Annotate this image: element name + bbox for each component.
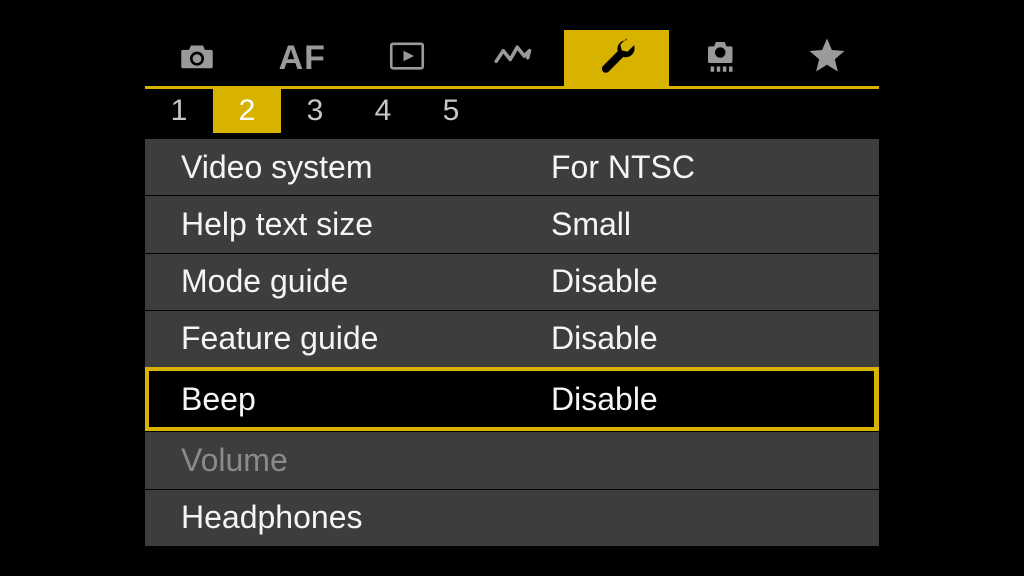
main-tab-bar: AF [145,30,879,86]
row-help-text-size[interactable]: Help text size Small [145,195,879,252]
tab-shoot[interactable] [145,30,250,86]
row-video-system[interactable]: Video system For NTSC [145,138,879,195]
row-value: Disable [551,320,853,357]
wrench-icon [596,35,638,82]
row-label: Volume [181,442,551,479]
sub-tab-bar: 1 2 3 4 5 [145,89,879,133]
row-mode-guide[interactable]: Mode guide Disable [145,253,879,310]
tab-custom[interactable] [669,30,774,86]
subtab-5[interactable]: 5 [417,89,485,133]
row-value: Disable [551,263,853,300]
row-label: Feature guide [181,320,551,357]
subtab-1[interactable]: 1 [145,89,213,133]
tab-playback[interactable] [355,30,460,86]
tab-setup[interactable] [564,30,669,86]
row-value: Disable [551,381,848,418]
row-value: For NTSC [551,149,853,186]
row-label: Mode guide [181,263,551,300]
row-volume: Volume [145,431,879,488]
row-label: Help text size [181,206,551,243]
subtab-2[interactable]: 2 [213,89,281,133]
subtab-3[interactable]: 3 [281,89,349,133]
camera-icon [176,35,218,82]
row-label: Headphones [181,499,551,536]
tab-wireless[interactable] [460,30,565,86]
custom-icon [701,35,743,82]
wireless-icon [491,35,533,82]
star-icon [806,35,848,82]
subtab-4[interactable]: 4 [349,89,417,133]
play-icon [386,35,428,82]
tab-mymenu[interactable] [774,30,879,86]
row-feature-guide[interactable]: Feature guide Disable [145,310,879,367]
row-value: Small [551,206,853,243]
af-icon: AF [279,39,326,78]
camera-menu-screen: AF 1 2 [0,0,1024,576]
row-label: Video system [181,149,551,186]
row-label: Beep [181,381,551,418]
row-beep[interactable]: Beep Disable [145,367,879,431]
tab-af[interactable]: AF [250,30,355,86]
row-headphones[interactable]: Headphones [145,489,879,546]
settings-list: Video system For NTSC Help text size Sma… [145,138,879,546]
